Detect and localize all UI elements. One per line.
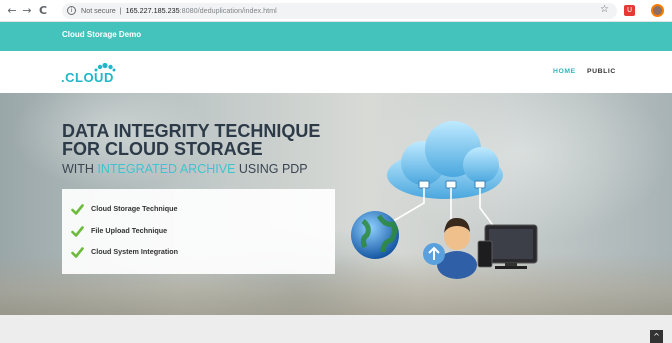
address-bar[interactable]: i Not secure | 165.227.185.235:8080/dedu… [62, 3, 617, 19]
main-navbar: .CLOUD HOME PUBLIC [0, 51, 672, 93]
cloud-icon [387, 121, 503, 199]
reload-icon[interactable]: C [37, 4, 49, 18]
url-separator: | [119, 6, 122, 15]
hero-subtitle-post: USING PDP [235, 162, 308, 176]
hero-subtitle-pre: WITH [62, 162, 98, 176]
hero-title-line2: FOR CLOUD STORAGE [62, 139, 263, 159]
checkmark-icon [71, 247, 84, 258]
hero-section: DATA INTEGRITY TECHNIQUE FOR CLOUD STORA… [0, 93, 672, 315]
logo-text: .CLOUD [61, 70, 114, 85]
feature-label: Cloud Storage Technique [91, 204, 178, 213]
scroll-to-top-button[interactable]: ^ [650, 330, 663, 343]
content-strip [0, 315, 672, 343]
devices-icon [477, 224, 538, 269]
globe-icon [351, 211, 399, 259]
security-label: Not secure [81, 6, 116, 15]
extension-icon[interactable]: U [624, 5, 635, 16]
hero-subtitle: WITH INTEGRATED ARCHIVE USING PDP [62, 162, 308, 176]
site-title: Cloud Storage Demo [62, 30, 142, 39]
bookmark-star-icon[interactable]: ☆ [600, 4, 609, 15]
features-box: Cloud Storage Technique File Upload Tech… [62, 189, 335, 274]
site-logo[interactable]: .CLOUD [61, 62, 131, 85]
url-path: :8080/deduplication/index.html [179, 6, 277, 15]
feature-label: File Upload Technique [91, 226, 168, 235]
feature-label: Cloud System Integration [91, 247, 179, 256]
checkmark-icon [71, 204, 84, 215]
browser-toolbar: ← → C i Not secure | 165.227.185.235:808… [0, 0, 672, 22]
url-host: 165.227.185.235 [125, 6, 180, 15]
top-banner: Cloud Storage Demo [0, 22, 672, 51]
checkmark-icon [71, 226, 84, 237]
hero-subtitle-accent: INTEGRATED ARCHIVE [97, 162, 236, 176]
user-icon [423, 217, 477, 279]
cloud-network-illustration [351, 121, 538, 279]
nav-public-link[interactable]: PUBLIC [587, 68, 616, 75]
forward-arrow-icon[interactable]: → [21, 4, 33, 18]
profile-avatar[interactable] [651, 4, 664, 17]
url-text[interactable]: Not secure | 165.227.185.235:8080/dedupl… [81, 5, 277, 17]
nav-home-link[interactable]: HOME [553, 68, 576, 75]
info-icon[interactable]: i [67, 6, 76, 15]
back-arrow-icon[interactable]: ← [6, 4, 18, 18]
